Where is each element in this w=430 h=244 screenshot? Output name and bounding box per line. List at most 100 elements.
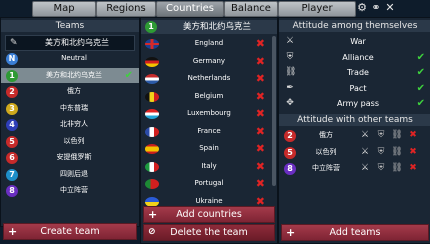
ban-icon: ⊘: [148, 227, 156, 237]
remove-country-icon[interactable]: ✖: [256, 141, 265, 156]
flag-nl: [145, 74, 159, 84]
team-name: 中立阵营: [60, 186, 88, 194]
chain-icon[interactable]: ⛓: [391, 145, 403, 160]
country-row[interactable]: Netherlands ✖: [141, 71, 271, 86]
attitude-self-list: ⚔ War ⛨ Alliance ✔ ⛓ Trade ✔ ✒ Pact ✔ ✥ Army pass ✔: [279, 34, 430, 114]
other-team-name: 中立阵营: [312, 164, 340, 172]
swords-icon: ⚔: [285, 36, 295, 46]
team-badge: 8: [284, 163, 296, 175]
close-icon[interactable]: ✕: [384, 2, 396, 14]
team-row[interactable]: 5 以色列: [1, 134, 139, 149]
attitude-row[interactable]: ⛓ Trade ✔: [279, 65, 430, 80]
country-row[interactable]: Luxembourg ✖: [141, 106, 271, 121]
shield-icon[interactable]: ⛨: [375, 128, 387, 143]
team-row[interactable]: 4 北非穷人: [1, 117, 139, 132]
add-teams-button[interactable]: + Add teams: [281, 224, 429, 241]
country-name: Germany: [192, 56, 226, 65]
team-name: 安提俄罗斯: [56, 153, 92, 161]
close-icon[interactable]: ✖: [407, 145, 419, 160]
other-team-row[interactable]: 8 中立阵营 ⚔ ⛨ ⛓ ✖: [279, 161, 430, 176]
remove-country-icon[interactable]: ✖: [256, 71, 265, 86]
attitude-label: Trade: [347, 68, 369, 77]
country-row[interactable]: Portugal ✖: [141, 176, 271, 191]
country-row[interactable]: Spain ✖: [141, 141, 271, 156]
team-badge: 2: [6, 86, 18, 98]
tab-player[interactable]: Player: [278, 1, 356, 17]
country-name: France: [197, 126, 221, 135]
swords-icon[interactable]: ⚔: [359, 128, 371, 143]
plus-icon: +: [286, 226, 296, 239]
create-team-label: Create team: [40, 226, 100, 237]
add-countries-button[interactable]: + Add countries: [143, 206, 275, 223]
country-row[interactable]: France ✖: [141, 124, 271, 139]
team-name: Neutral: [61, 54, 87, 62]
team-badge: 2: [284, 130, 296, 142]
flag-de: [145, 56, 159, 67]
country-name: Italy: [201, 161, 217, 170]
team-row[interactable]: 2 俄方: [1, 84, 139, 99]
other-team-row[interactable]: 2 俄方 ⚔ ⛨ ⛓ ✖: [279, 128, 430, 143]
attitude-row[interactable]: ⚔ War: [279, 34, 430, 49]
swords-icon[interactable]: ⚔: [359, 161, 371, 176]
tab-map[interactable]: Map: [32, 1, 96, 17]
chain-icon[interactable]: ⛓: [391, 161, 403, 176]
team-badge: 7: [6, 168, 18, 181]
other-team-row[interactable]: 5 以色列 ⚔ ⛨ ⛓ ✖: [279, 145, 430, 160]
remove-country-icon[interactable]: ✖: [256, 176, 265, 191]
swords-icon[interactable]: ⚔: [359, 145, 371, 160]
tab-regions[interactable]: Regions: [96, 1, 156, 17]
team-name: 俄方: [67, 87, 81, 95]
teams-list: N Neutral 1 美方和北约乌克兰 ✔ 2 俄方 3 中东普瑞 4 北非穷人 5 以色列 6 安提俄罗…: [1, 51, 139, 201]
team-name-input[interactable]: ✎ 美方和北约乌克兰: [5, 35, 135, 51]
team-badge: 3: [6, 102, 18, 115]
gear-icon[interactable]: ⚙: [356, 2, 368, 14]
tab-countries[interactable]: Countries: [156, 1, 224, 17]
country-row[interactable]: Germany ✖: [141, 54, 271, 69]
country-row[interactable]: Belgium ✖: [141, 89, 271, 104]
attitude-label: Pact: [349, 83, 367, 93]
teams-panel: Teams ✎ 美方和北约乌克兰 N Neutral 1 美方和北约乌克兰 ✔ 2 俄方 3 中…: [0, 17, 140, 240]
team-name: 以色列: [63, 136, 85, 145]
attitude-self-header: Attitude among themselves: [279, 20, 430, 32]
create-team-button[interactable]: + Create team: [3, 223, 137, 240]
check-icon: ✔: [416, 98, 425, 109]
close-icon[interactable]: ✖: [407, 128, 419, 143]
chain-icon: ⛓: [285, 67, 297, 77]
attitude-row[interactable]: ✥ Army pass ✔: [279, 96, 430, 111]
delete-team-label: Delete the team: [170, 227, 248, 238]
tab-balance[interactable]: Balance: [224, 1, 278, 17]
team-row[interactable]: 6 安提俄罗斯: [1, 150, 139, 165]
check-icon: ✔: [416, 67, 425, 78]
shield-icon[interactable]: ⛨: [375, 161, 387, 176]
country-name: Belgium: [194, 91, 224, 100]
flag-uk: [145, 39, 159, 49]
countries-scrollbar[interactable]: [272, 36, 276, 186]
remove-country-icon[interactable]: ✖: [256, 89, 265, 104]
team-row[interactable]: 8 中立阵营: [1, 183, 139, 198]
country-name: Luxembourg: [187, 109, 231, 117]
team-row[interactable]: 1 美方和北约乌克兰 ✔: [1, 67, 139, 83]
attitude-row[interactable]: ✒ Pact ✔: [279, 81, 430, 96]
country-row[interactable]: England ✖: [141, 36, 271, 51]
team-badge: 5: [6, 135, 18, 148]
attitude-other-header: Attitude with other teams: [279, 114, 430, 126]
remove-country-icon[interactable]: ✖: [256, 106, 265, 121]
country-name: Portugal: [194, 179, 224, 187]
countries-panel: 1 美方和北约乌克兰 England ✖ Germany ✖ Netherlands ✖ B…: [140, 17, 278, 244]
countries-list: England ✖ Germany ✖ Netherlands ✖ Belgium ✖ Luxe…: [141, 36, 271, 216]
team-name: 美方和北约乌克兰: [46, 70, 102, 79]
remove-country-icon[interactable]: ✖: [256, 124, 265, 139]
team-row[interactable]: 3 中东普瑞: [1, 101, 139, 116]
remove-country-icon[interactable]: ✖: [256, 54, 265, 69]
delete-team-button[interactable]: ⊘ Delete the team: [143, 224, 275, 241]
team-row[interactable]: N Neutral: [1, 51, 139, 66]
shield-icon[interactable]: ⛨: [375, 145, 387, 160]
close-icon[interactable]: ✖: [407, 161, 419, 176]
attitude-row[interactable]: ⛨ Alliance ✔: [279, 50, 430, 65]
remove-country-icon[interactable]: ✖: [256, 36, 265, 51]
remove-country-icon[interactable]: ✖: [256, 159, 265, 174]
link-icon[interactable]: ⚭: [370, 2, 382, 14]
chain-icon[interactable]: ⛓: [391, 128, 403, 143]
team-row[interactable]: 7 四则后退: [1, 167, 139, 182]
country-row[interactable]: Italy ✖: [141, 159, 271, 174]
